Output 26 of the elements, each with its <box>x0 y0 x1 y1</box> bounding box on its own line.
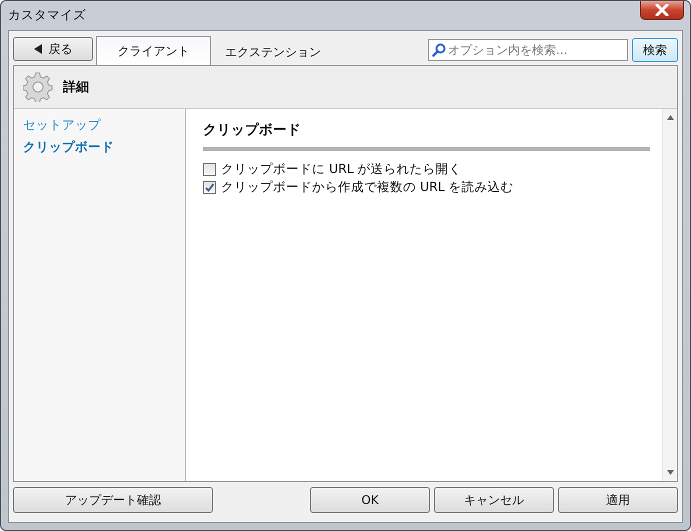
checkbox-label: クリップボードに URL が送られたら開く <box>221 160 462 178</box>
dialog-button[interactable]: 適用 <box>558 487 678 513</box>
tab[interactable]: クライアント <box>96 36 211 65</box>
close-icon <box>655 4 669 16</box>
checkbox[interactable] <box>203 162 216 176</box>
search-field[interactable]: オプション内を検索... <box>428 39 628 61</box>
gear-icon <box>23 72 53 102</box>
dialog-button[interactable]: OK <box>310 487 430 513</box>
search-button[interactable]: 検索 <box>632 38 678 62</box>
checkbox[interactable] <box>203 180 216 194</box>
sidebar-link[interactable]: クリップボード <box>23 139 114 161</box>
scroll-up-icon <box>666 115 674 120</box>
scroll-down-icon <box>666 470 674 475</box>
back-button[interactable]: 戻る <box>13 37 93 61</box>
content-heading: クリップボード <box>203 121 650 151</box>
update-check-button[interactable]: アップデート確認 <box>13 487 213 513</box>
dialog-button[interactable]: キャンセル <box>434 487 554 513</box>
section-title: 詳細 <box>63 79 89 96</box>
scrollbar[interactable] <box>662 109 677 481</box>
window-title: カスタマイズ <box>8 7 86 24</box>
triangle-icon <box>34 44 42 54</box>
checkbox-label: クリップボードから作成で複数の URL を読み込む <box>221 178 514 196</box>
sidebar-link[interactable]: セットアップ <box>23 117 101 139</box>
close-button[interactable] <box>640 1 684 20</box>
tab[interactable]: エクステンション <box>211 39 335 65</box>
search-icon <box>432 43 446 57</box>
